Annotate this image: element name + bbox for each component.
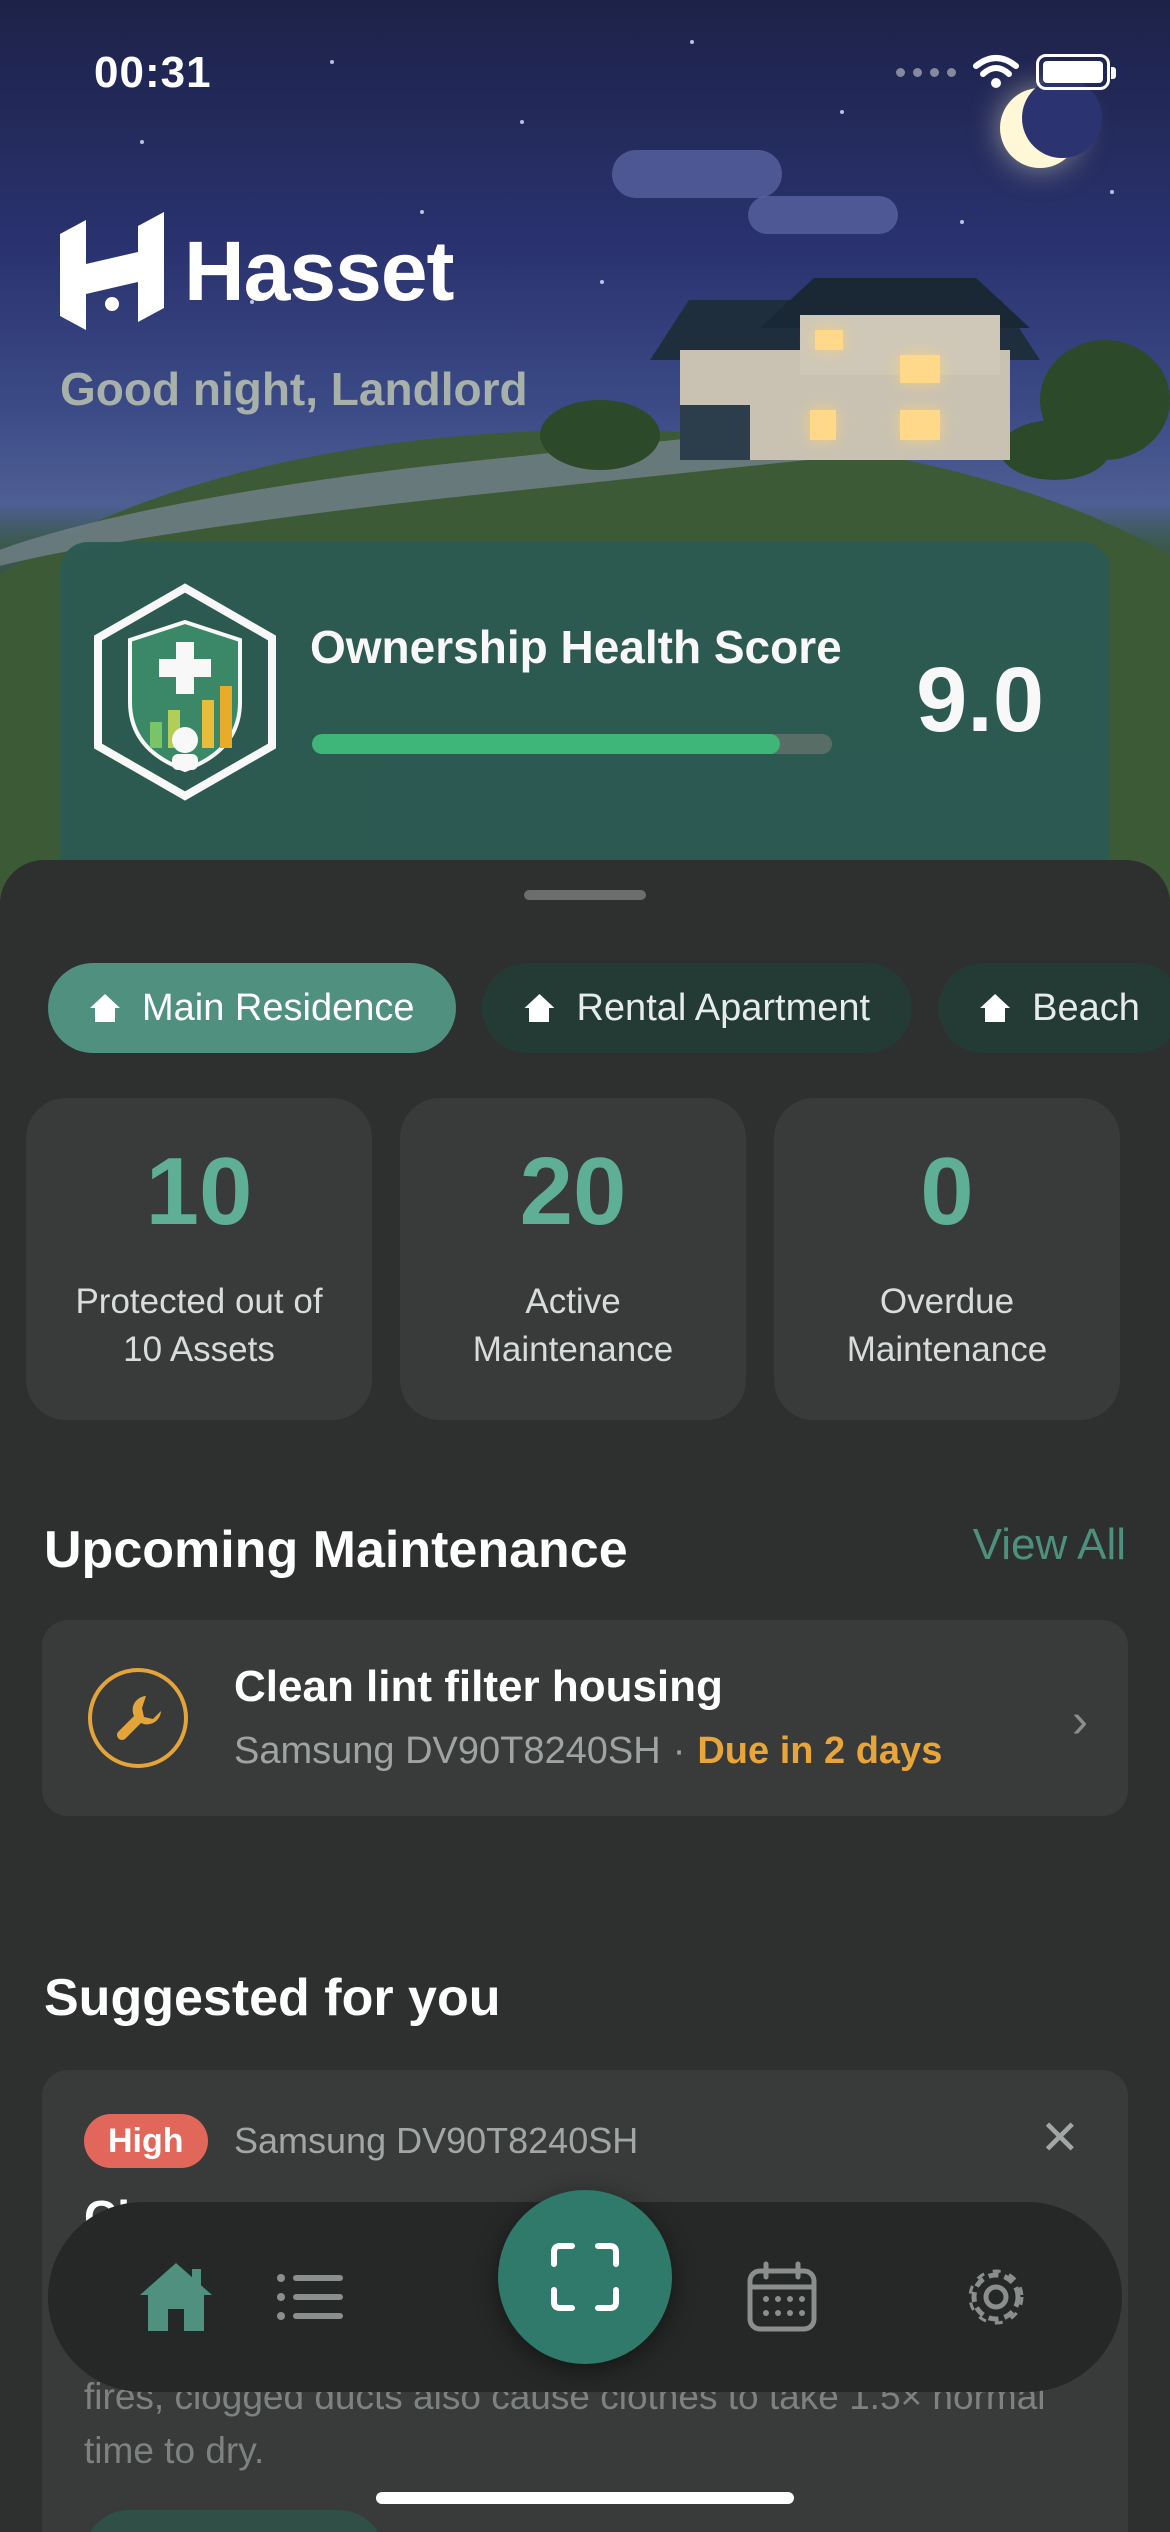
tab-settings[interactable] (956, 2257, 1036, 2337)
stat-protected-assets[interactable]: 10 Protected out of 10 Assets (26, 1098, 372, 1420)
home-icon (524, 994, 554, 1022)
stat-label: Protected out of 10 Assets (75, 1282, 323, 1369)
maintenance-due: Due in 2 days (697, 1730, 943, 1772)
tab-home[interactable] (136, 2257, 216, 2337)
upcoming-maintenance-title: Upcoming Maintenance (44, 1521, 628, 1579)
stat-overdue-maintenance[interactable]: 0 Overdue Maintenance (774, 1098, 1120, 1420)
separator: · (672, 1730, 686, 1772)
sheet-grabber[interactable] (524, 890, 646, 900)
stat-label: Active Maintenance (472, 1282, 674, 1369)
status-time: 00:31 (94, 48, 212, 97)
logo-text: Hasset (184, 223, 455, 318)
suggestion-action-button[interactable] (84, 2510, 384, 2532)
settings-icon (968, 2269, 1024, 2325)
maintenance-subtitle: Samsung DV90T8240SH · Due in 2 days (234, 1730, 942, 1773)
stat-value: 10 (145, 1138, 253, 1245)
greeting-text: Good night, Landlord (60, 363, 528, 415)
chevron-right-icon: › (1072, 1695, 1088, 1748)
property-tab-label: Main Residence (142, 986, 415, 1029)
stat-value: 0 (920, 1138, 974, 1245)
property-tabs: Main Residence Rental Apartment Beach (48, 963, 1170, 1053)
health-score-title: Ownership Health Score (310, 621, 842, 673)
health-shield-icon (94, 583, 276, 801)
view-all-link[interactable]: View All (973, 1520, 1126, 1570)
health-score-value: 9.0 (916, 649, 1044, 751)
tab-calendar[interactable] (742, 2257, 822, 2337)
stats-row: 10 Protected out of 10 Assets 20 Active … (26, 1098, 1120, 1420)
hasset-logo-icon (60, 212, 164, 330)
home-icon (90, 994, 120, 1022)
wifi-icon (973, 55, 1019, 88)
stat-active-maintenance[interactable]: 20 Active Maintenance (400, 1098, 746, 1420)
battery-icon (1036, 54, 1116, 90)
stat-value: 20 (519, 1138, 627, 1245)
app-logo: Hasset (60, 212, 455, 330)
property-tab-rental-apartment[interactable]: Rental Apartment (482, 963, 913, 1053)
home-icon (980, 994, 1010, 1022)
home-icon (140, 2263, 212, 2331)
stat-label: Overdue Maintenance (846, 1282, 1048, 1369)
maintenance-device: Samsung DV90T8240SH (234, 1730, 661, 1772)
property-tab-main-residence[interactable]: Main Residence (48, 963, 457, 1053)
status-icons (896, 54, 1116, 90)
priority-badge: High (84, 2114, 208, 2168)
close-icon[interactable]: ✕ (1040, 2110, 1080, 2166)
list-icon (277, 2274, 343, 2320)
health-score-card[interactable]: Ownership Health Score 9.0 (60, 542, 1110, 902)
calendar-icon (747, 2261, 817, 2332)
scan-icon (551, 2243, 619, 2311)
scan-button[interactable] (498, 2190, 672, 2364)
wrench-icon (88, 1668, 188, 1768)
maintenance-item[interactable]: Clean lint filter housing Samsung DV90T8… (42, 1620, 1128, 1816)
suggestion-device: Samsung DV90T8240SH (234, 2120, 639, 2161)
moon-illustration (1000, 78, 1102, 168)
health-score-progress (312, 734, 832, 754)
property-tab-label: Rental Apartment (576, 986, 871, 1029)
health-score-progress-fill (312, 734, 780, 754)
maintenance-title: Clean lint filter housing (234, 1662, 723, 1711)
home-indicator (376, 2492, 794, 2504)
property-tab-beach[interactable]: Beach (938, 963, 1170, 1053)
cellular-signal-icon (896, 67, 956, 77)
suggested-title: Suggested for you (44, 1969, 501, 2027)
property-tab-label: Beach (1032, 986, 1140, 1029)
tab-list[interactable] (270, 2257, 350, 2337)
